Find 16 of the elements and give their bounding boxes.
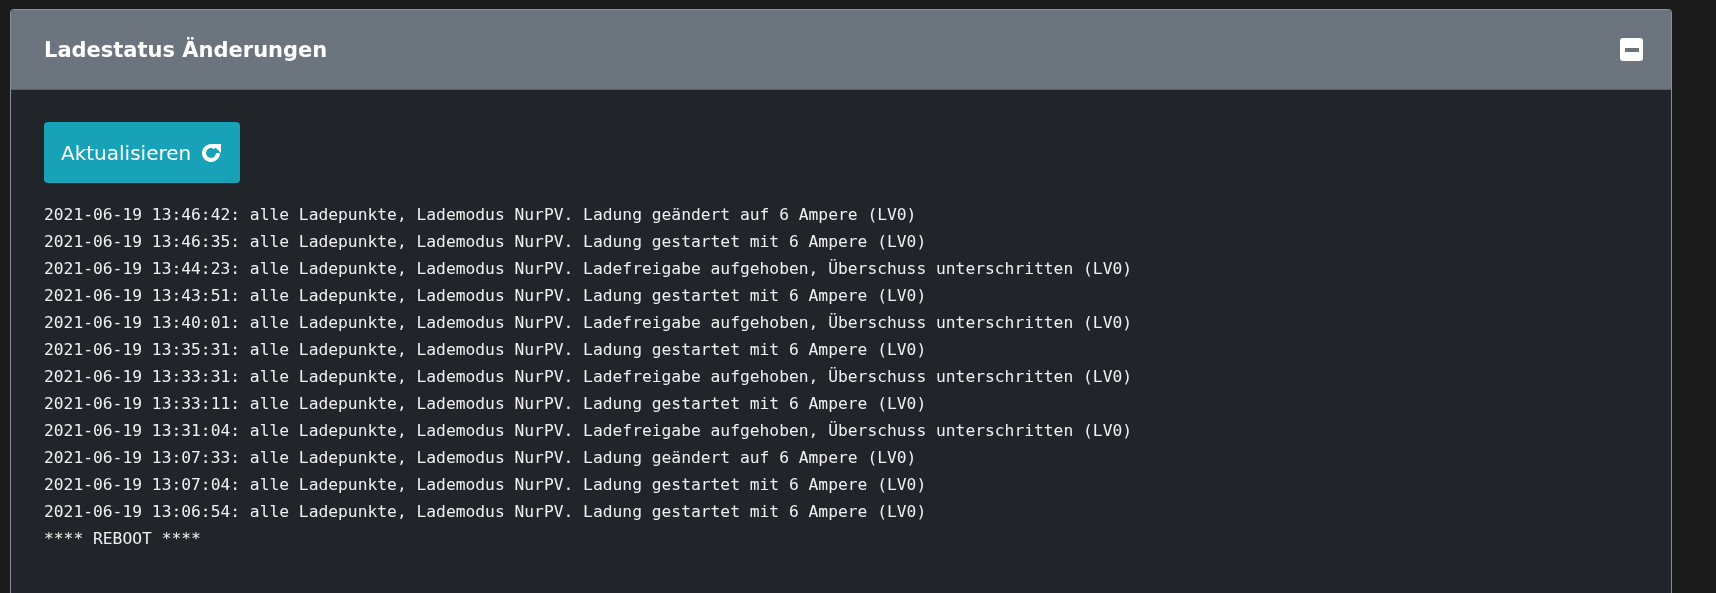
log-line: 2021-06-19 13:31:04: alle Ladepunkte, Lademodus NurPV. Ladefreigabe aufgehoben, Überschuss unterschritten (LV0)	[44, 420, 1134, 442]
collapse-button[interactable]	[1620, 38, 1643, 61]
log-line: 2021-06-19 13:07:33: alle Ladepunkte, Lademodus NurPV. Ladung geändert auf 6 Ampere (LV0)	[44, 447, 918, 469]
log-line: 2021-06-19 13:44:23: alle Ladepunkte, Lademodus NurPV. Ladefreigabe aufgehoben, Überschuss unterschritten (LV0)	[44, 258, 1134, 280]
log-line: 2021-06-19 13:40:01: alle Ladepunkte, Lademodus NurPV. Ladefreigabe aufgehoben, Überschuss unterschritten (LV0)	[44, 312, 1134, 334]
card-title: Ladestatus Änderungen	[44, 37, 328, 62]
log-line: 2021-06-19 13:33:11: alle Ladepunkte, Lademodus NurPV. Ladung gestartet mit 6 Ampere (LV0)	[44, 393, 928, 415]
log-line: 2021-06-19 13:46:35: alle Ladepunkte, Lademodus NurPV. Ladung gestartet mit 6 Ampere (LV0)	[44, 231, 928, 253]
log-line: 2021-06-19 13:07:04: alle Ladepunkte, Lademodus NurPV. Ladung gestartet mit 6 Ampere (LV0)	[44, 474, 928, 496]
refresh-button[interactable]: Aktualisieren	[44, 122, 241, 183]
log-line: 2021-06-19 13:06:54: alle Ladepunkte, Lademodus NurPV. Ladung gestartet mit 6 Ampere (LV0)	[44, 501, 928, 523]
log-line: 2021-06-19 13:43:51: alle Ladepunkte, Lademodus NurPV. Ladung gestartet mit 6 Ampere (LV0)	[44, 285, 928, 307]
log-line: 2021-06-19 13:35:31: alle Ladepunkte, Lademodus NurPV. Ladung gestartet mit 6 Ampere (LV0)	[44, 339, 928, 361]
log-line: **** REBOOT ****	[44, 528, 202, 550]
log-line: 2021-06-19 13:46:42: alle Ladepunkte, Lademodus NurPV. Ladung geändert auf 6 Ampere (LV0)	[44, 204, 918, 226]
log-line: 2021-06-19 13:33:31: alle Ladepunkte, Lademodus NurPV. Ladefreigabe aufgehoben, Überschuss unterschritten (LV0)	[44, 366, 1134, 388]
